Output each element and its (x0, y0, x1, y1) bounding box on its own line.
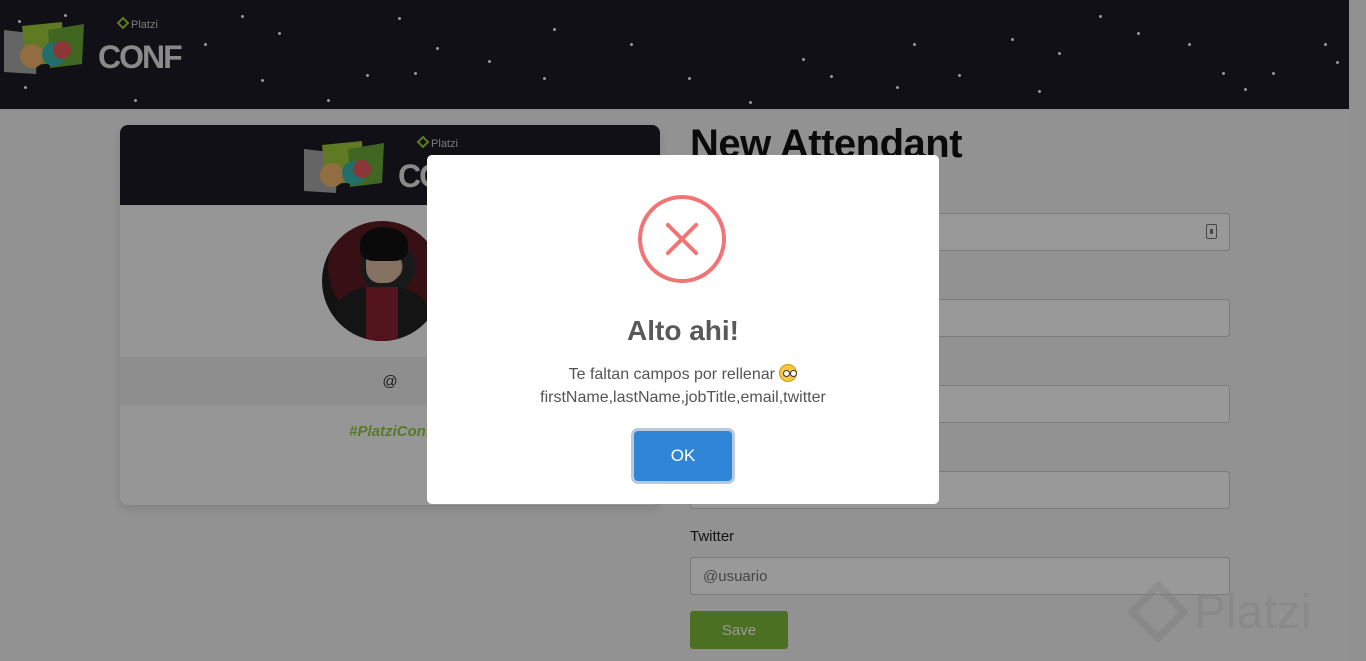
error-dialog: Alto ahi! Te faltan campos por rellenar … (427, 155, 939, 504)
dialog-message-text: Te faltan campos por rellenar (568, 366, 775, 383)
error-x-icon (638, 195, 726, 283)
dialog-missing-fields: firstName,lastName,jobTitle,email,twitte… (540, 389, 826, 406)
dialog-title: Alto ahi! (627, 315, 739, 346)
ok-button[interactable]: OK (634, 431, 732, 481)
monocle-face-emoji-icon (779, 364, 798, 382)
dialog-message: Te faltan campos por rellenar firstName,… (427, 363, 939, 409)
